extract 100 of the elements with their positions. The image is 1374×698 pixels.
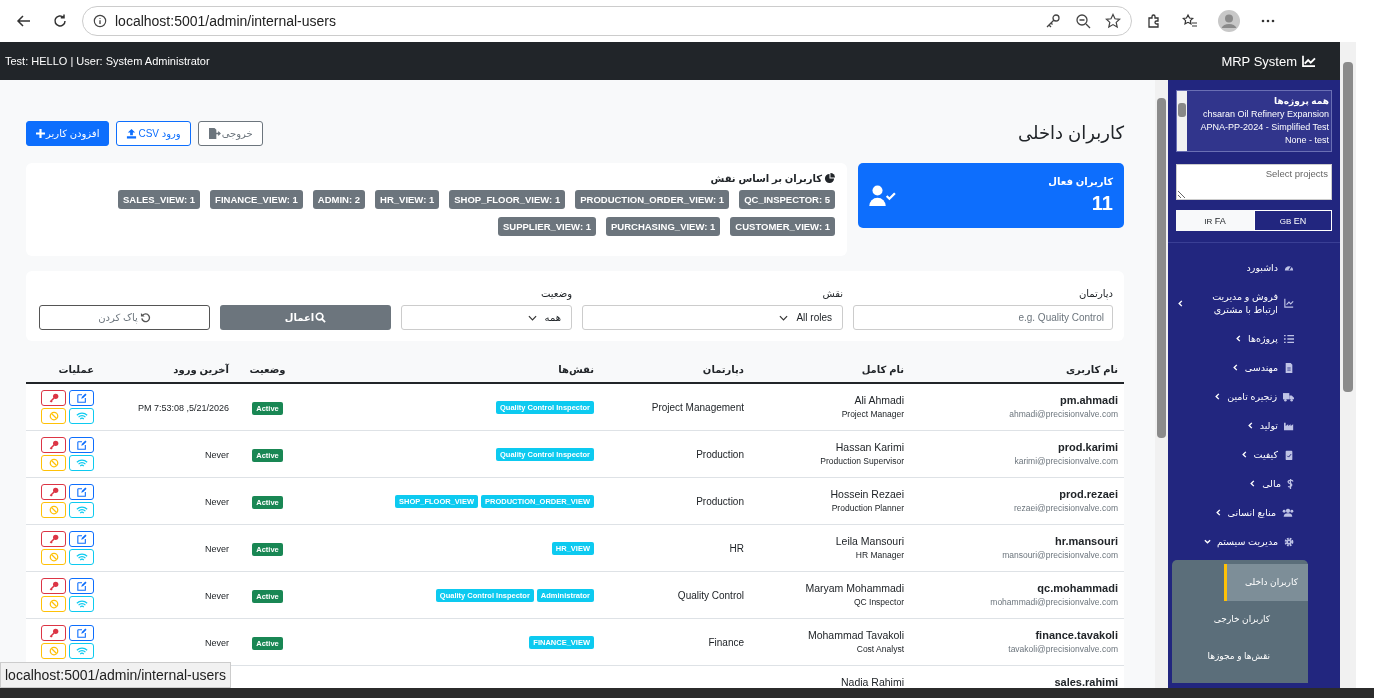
nav-item[interactable]: پروژه‌ها	[1235, 324, 1332, 353]
edit-button[interactable]	[69, 531, 94, 547]
reset-password-button[interactable]	[41, 625, 66, 641]
edit-button[interactable]	[69, 578, 94, 594]
project-option[interactable]: None - test	[1284, 134, 1329, 147]
puzzle-icon[interactable]	[1146, 13, 1162, 29]
edit-icon	[76, 440, 87, 450]
action-button[interactable]: ورود CSV	[116, 120, 191, 146]
nav-item[interactable]: داشبورد	[1246, 253, 1332, 282]
page-title: کاربران داخلی	[1018, 122, 1124, 144]
nav-item[interactable]: کیفیت	[1240, 440, 1332, 469]
job-title: Production Planner	[830, 503, 904, 513]
reset-password-button[interactable]	[41, 484, 66, 500]
column-header: نام کامل	[861, 363, 904, 375]
key-icon	[48, 581, 59, 591]
ban-icon	[48, 552, 59, 562]
apply-button[interactable]: اعمال	[220, 305, 391, 330]
wifi-icon	[75, 646, 88, 656]
edit-icon	[76, 581, 87, 591]
zoom-out-icon[interactable]	[1075, 13, 1091, 29]
column-header: وضعیت	[249, 363, 286, 375]
job-title: Project Manager	[840, 409, 904, 419]
clipboard-icon	[1284, 449, 1294, 460]
key-icon	[48, 440, 59, 450]
submenu-item[interactable]: نقش‌ها و مجوزها	[1200, 638, 1282, 675]
search-icon	[315, 312, 327, 323]
nav-item[interactable]: منابع انسانی	[1214, 498, 1332, 527]
email: ahmadi@precisionvalve.com	[1008, 409, 1118, 419]
email: tavakoli@precisionvalve.com	[1007, 644, 1118, 654]
status-tooltip: localhost:5001/admin/internal-users	[0, 662, 231, 688]
full-name: Ali Ahmadi	[853, 394, 904, 406]
full-name: Hossein Rezaei	[829, 488, 904, 500]
line-chart-icon	[1284, 298, 1294, 308]
nav-item[interactable]: مالی	[1249, 469, 1332, 498]
role-count-badge: SALES_VIEW: 1	[117, 190, 201, 209]
submenu-item[interactable]: کاربران خارجی	[1200, 601, 1282, 638]
brand-link[interactable]: MRP System	[1221, 53, 1316, 69]
edit-button[interactable]	[69, 390, 94, 406]
last-login: 5/21/2026, 7:53:08 PM	[137, 402, 229, 413]
edit-button[interactable]	[69, 625, 94, 641]
edit-button[interactable]	[69, 437, 94, 453]
nav-item[interactable]: فروش و مدیریت ارتباط با مشتری	[1177, 282, 1332, 324]
ban-icon	[48, 458, 59, 468]
job-title: HR Manager	[854, 550, 904, 560]
dollar-icon	[1287, 478, 1294, 489]
scrollbar[interactable]	[1155, 80, 1168, 688]
stat-value: 11	[1091, 192, 1113, 215]
action-button[interactable]: افزودن کاربر	[26, 120, 110, 146]
truck-icon	[1283, 391, 1294, 402]
role-count-badge: CUSTOMER_VIEW: 1	[730, 217, 835, 236]
language-button[interactable]: IR FA	[1176, 210, 1254, 231]
project-option[interactable]: همه پروژه‌ها	[1274, 95, 1329, 108]
action-button[interactable]: خروجی	[197, 120, 263, 146]
edit-icon	[76, 628, 87, 638]
nav-item[interactable]: مهندسی	[1231, 353, 1332, 382]
page-scrollbar[interactable]	[1340, 42, 1356, 688]
status-select[interactable]: همه	[401, 305, 572, 330]
role-count-badge: QC_INSPECTOR: 5	[739, 190, 835, 209]
chevron-left-icon	[1231, 364, 1239, 371]
edit-button[interactable]	[69, 484, 94, 500]
key-icon	[48, 534, 59, 544]
user-info: Test: HELLO | User: System Administrator	[5, 55, 210, 67]
reset-password-button[interactable]	[41, 531, 66, 547]
last-login: Never	[205, 543, 229, 554]
nav-item[interactable]: زنجیره تامین	[1214, 382, 1332, 411]
key-icon[interactable]	[1045, 13, 1061, 29]
scrollbar[interactable]	[1177, 91, 1187, 151]
job-title: Production Supervisor	[819, 456, 904, 466]
star-icon[interactable]	[1105, 13, 1121, 29]
clear-button[interactable]: پاک کردن	[39, 305, 210, 330]
reset-password-button[interactable]	[41, 437, 66, 453]
reset-password-button[interactable]	[41, 390, 66, 406]
language-button[interactable]: GB EN	[1254, 210, 1332, 231]
project-option[interactable]: chsaran Oil Refinery Expansion	[1202, 108, 1329, 121]
department-field[interactable]: e.g. Quality Control	[853, 305, 1113, 330]
edit-icon	[76, 393, 87, 403]
nav-item[interactable]: مدیریت سیستم	[1203, 527, 1332, 556]
avatar-icon[interactable]	[1218, 10, 1240, 32]
department-cell: HR	[729, 542, 744, 554]
project-option[interactable]: APNA-PP-2024 - Simplified Test	[1200, 121, 1329, 134]
reset-password-button[interactable]	[41, 578, 66, 594]
column-header: نام کاربری	[1065, 363, 1118, 375]
role-count-badge: PURCHASING_VIEW: 1	[606, 217, 721, 236]
email: karimi@precisionvalve.com	[1013, 456, 1118, 466]
ban-icon	[48, 599, 59, 609]
roles-title: کاربران بر اساس نقش	[710, 173, 822, 184]
ban-icon	[48, 411, 59, 421]
job-title: Cost Analyst	[855, 644, 904, 654]
back-icon[interactable]	[16, 13, 32, 29]
role-count-badge: ADMIN: 2	[312, 190, 366, 209]
reload-icon[interactable]	[52, 13, 68, 29]
department-cell: Finance	[708, 636, 744, 648]
wifi-icon	[75, 411, 88, 421]
last-login: Never	[205, 637, 229, 648]
factory-icon	[1284, 420, 1294, 431]
role-select[interactable]: All roles	[582, 305, 843, 330]
chevron-left-icon	[1240, 451, 1248, 458]
project-search-field[interactable]: Select projects	[1176, 164, 1332, 200]
nav-item[interactable]: تولید	[1246, 411, 1332, 440]
favorites-icon[interactable]	[1182, 13, 1198, 29]
